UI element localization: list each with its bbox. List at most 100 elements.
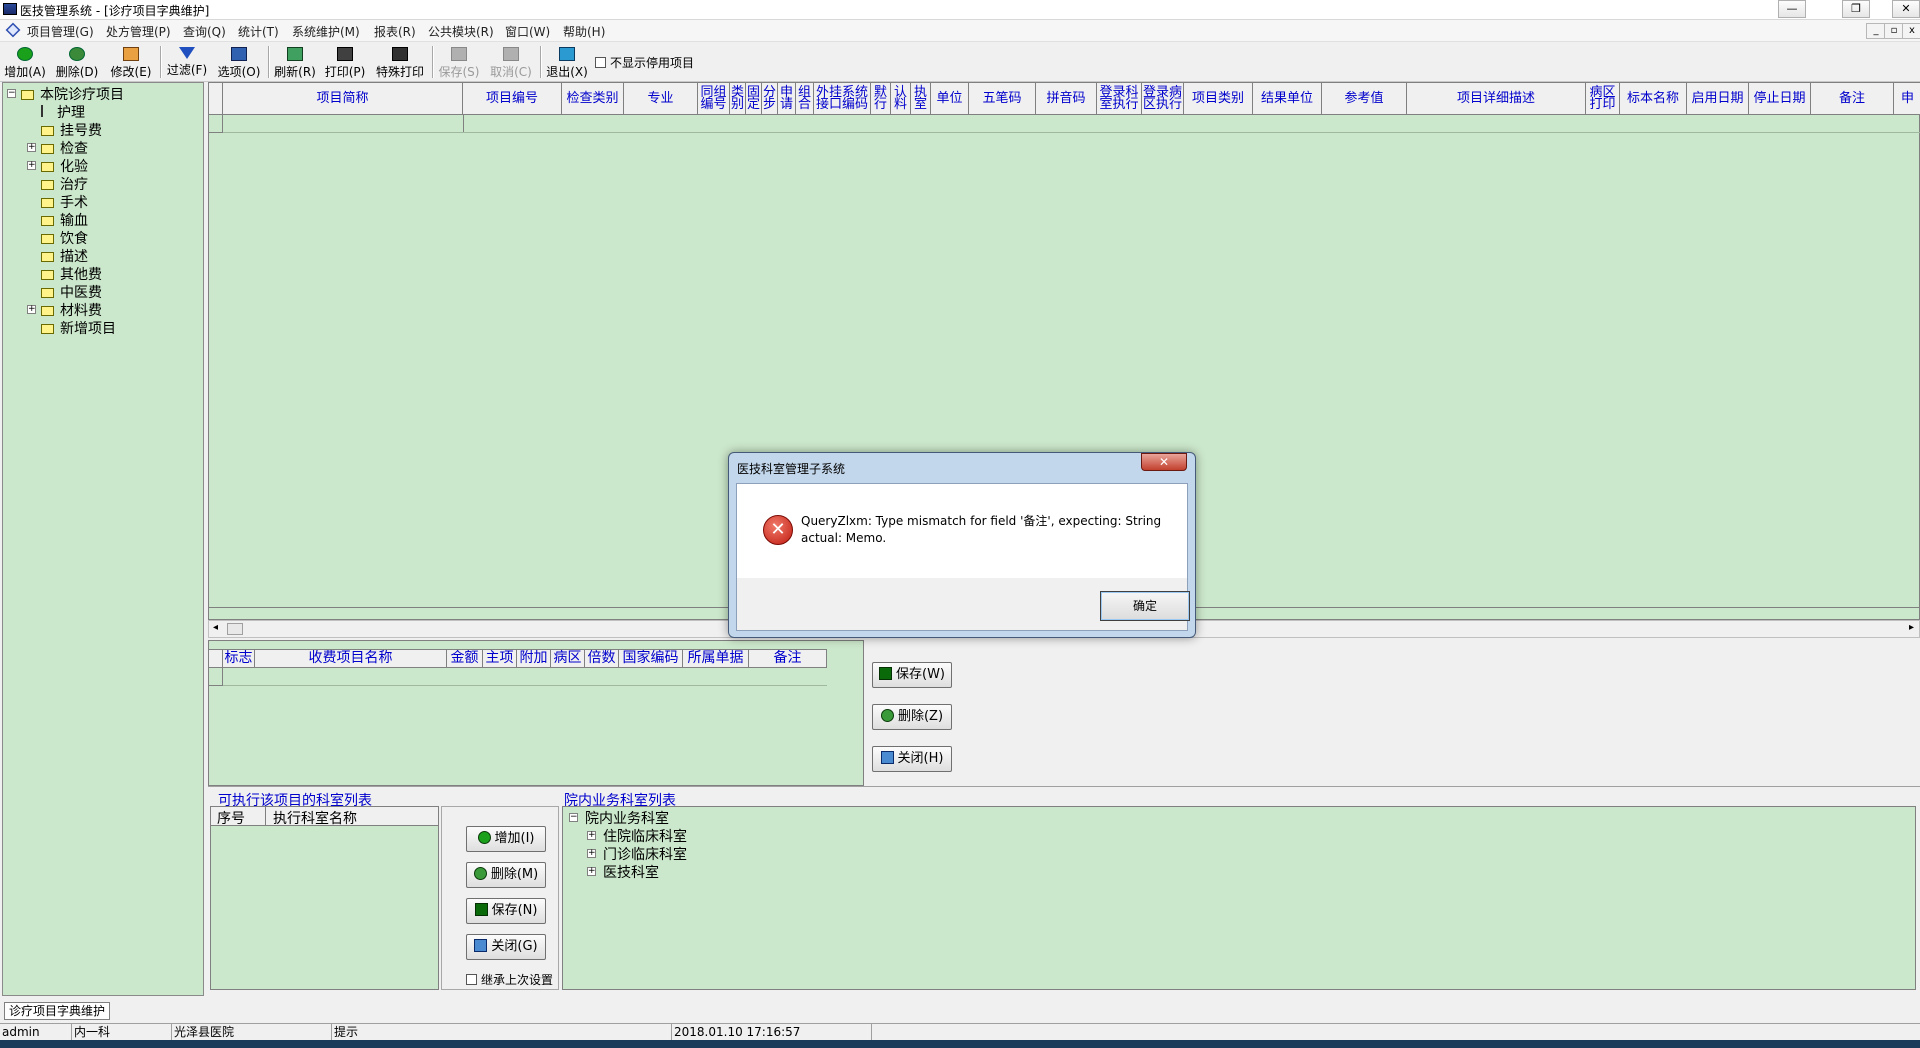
tree-item[interactable]: 化验: [41, 156, 88, 176]
exec-dept-list[interactable]: 序号 执行科室名称: [210, 806, 439, 990]
menu-item-prescription[interactable]: 处方管理(P): [106, 23, 171, 40]
column-header[interactable]: 附加: [517, 649, 551, 668]
column-header[interactable]: 默行: [871, 83, 891, 115]
print-button[interactable]: 打印(P): [322, 44, 368, 80]
add-button[interactable]: 增加(A): [2, 44, 48, 80]
column-header[interactable]: 项目简称: [223, 83, 463, 115]
menu-item-help[interactable]: 帮助(H): [563, 23, 605, 40]
menu-item-reports[interactable]: 报表(R): [374, 23, 416, 40]
tree-item[interactable]: 检查: [41, 138, 88, 158]
tree-item[interactable]: 治疗: [41, 174, 88, 194]
column-header[interactable]: 固定: [746, 83, 762, 115]
special-print-button[interactable]: 特殊打印: [372, 44, 428, 80]
mdi-restore-icon[interactable]: ▫: [1884, 23, 1904, 39]
diamond-icon[interactable]: [5, 22, 21, 38]
expand-icon[interactable]: +: [27, 305, 36, 314]
expand-icon[interactable]: +: [587, 849, 596, 858]
menu-item-window[interactable]: 窗口(W): [505, 23, 550, 40]
scroll-right-icon[interactable]: ▸: [1909, 622, 1914, 633]
cancel-toolbar-button[interactable]: 取消(C): [486, 44, 536, 80]
column-header[interactable]: 申: [1894, 83, 1920, 115]
column-header[interactable]: 启用日期: [1687, 83, 1749, 115]
column-header[interactable]: 备注: [1811, 83, 1894, 115]
column-header[interactable]: 组合: [796, 83, 814, 115]
filter-button[interactable]: 过滤(F): [164, 44, 210, 80]
column-header[interactable]: 所属单据: [683, 649, 749, 668]
ok-button[interactable]: 确定: [1100, 591, 1190, 621]
options-button[interactable]: 选项(O): [214, 44, 264, 80]
menu-item-project[interactable]: 项目管理(G): [27, 23, 94, 40]
column-header[interactable]: 五笔码: [969, 83, 1036, 115]
expand-icon[interactable]: +: [27, 161, 36, 170]
column-header[interactable]: 标本名称: [1620, 83, 1687, 115]
column-header[interactable]: 金额: [447, 649, 483, 668]
col-no-header[interactable]: 序号: [217, 808, 245, 828]
mdi-minimize-icon[interactable]: _: [1866, 23, 1886, 39]
col-name-header[interactable]: 执行科室名称: [273, 808, 357, 828]
column-header[interactable]: 申请: [778, 83, 796, 115]
inherit-checkbox[interactable]: 继承上次设置: [466, 971, 553, 988]
refresh-button[interactable]: 刷新(R): [272, 44, 318, 80]
menu-item-system[interactable]: 系统维护(M): [292, 23, 360, 40]
column-header[interactable]: 结果单位: [1253, 83, 1322, 115]
column-header[interactable]: 类别: [730, 83, 746, 115]
collapse-icon[interactable]: −: [7, 89, 16, 98]
mdi-close-icon[interactable]: x: [1902, 23, 1920, 39]
save-charge-button[interactable]: 保存(W): [872, 662, 952, 688]
tree-item[interactable]: 饮食: [41, 228, 88, 248]
menu-item-public[interactable]: 公共模块(R): [428, 23, 494, 40]
tree-item[interactable]: 手术: [41, 192, 88, 212]
minimize-icon[interactable]: —: [1778, 0, 1806, 18]
column-header[interactable]: 倍数: [585, 649, 619, 668]
tree-item[interactable]: 住院临床科室: [603, 826, 687, 846]
delete-dept-button[interactable]: 删除(M): [466, 862, 546, 888]
tree-item[interactable]: 其他费: [41, 264, 102, 284]
column-header[interactable]: 收费项目名称: [255, 649, 447, 668]
column-header[interactable]: 备注: [749, 649, 827, 668]
save-toolbar-button[interactable]: 保存(S): [436, 44, 482, 80]
tree-item[interactable]: 新增项目: [41, 318, 116, 338]
column-header[interactable]: 分步: [762, 83, 778, 115]
close-charge-button[interactable]: 关闭(H): [872, 746, 952, 772]
close-dept-button[interactable]: 关闭(G): [466, 934, 546, 960]
column-header[interactable]: 参考值: [1322, 83, 1407, 115]
column-header[interactable]: 同组编号: [698, 83, 730, 115]
tree-root[interactable]: 本院诊疗项目: [21, 84, 124, 104]
column-header[interactable]: 执室: [911, 83, 931, 115]
collapse-icon[interactable]: −: [569, 813, 578, 822]
scroll-left-icon[interactable]: ◂: [213, 622, 218, 633]
tree-item-nursing[interactable]: 护理: [41, 102, 85, 122]
menu-item-stats[interactable]: 统计(T): [238, 23, 279, 40]
close-icon[interactable]: ✕: [1892, 0, 1920, 18]
maximize-icon[interactable]: ❐: [1842, 0, 1870, 18]
scroll-thumb[interactable]: [227, 623, 243, 635]
column-header[interactable]: 外挂系统接口编码: [814, 83, 871, 115]
column-header[interactable]: 拼音码: [1036, 83, 1097, 115]
column-header[interactable]: 认料: [891, 83, 911, 115]
column-header[interactable]: 单位: [931, 83, 969, 115]
tree-item[interactable]: 门诊临床科室: [603, 844, 687, 864]
tree-item[interactable]: 材料费: [41, 300, 102, 320]
menu-item-query[interactable]: 查询(Q): [183, 23, 226, 40]
column-header[interactable]: 停止日期: [1749, 83, 1811, 115]
edit-button[interactable]: 修改(E): [108, 44, 154, 80]
tab-item-dictionary[interactable]: 诊疗项目字典维护: [4, 1002, 111, 1020]
column-header[interactable]: 登录病区执行: [1142, 83, 1184, 115]
dialog-close-icon[interactable]: ✕: [1141, 453, 1187, 471]
expand-icon[interactable]: +: [587, 867, 596, 876]
hospital-dept-tree[interactable]: − 院内业务科室 + 住院临床科室 + 门诊临床科室 + 医技科室: [562, 806, 1916, 990]
tree-item[interactable]: 描述: [41, 246, 88, 266]
save-dept-button[interactable]: 保存(N): [466, 898, 546, 924]
column-header[interactable]: 国家编码: [619, 649, 683, 668]
delete-charge-button[interactable]: 删除(Z): [872, 704, 952, 730]
column-header[interactable]: 检查类别: [562, 83, 624, 115]
tree-item[interactable]: 挂号费: [41, 120, 102, 140]
project-tree[interactable]: − 本院诊疗项目 护理 挂号费 + 检查 + 化验 治疗 手术 输血 饮食 描述…: [2, 82, 204, 996]
column-header[interactable]: 主项: [483, 649, 517, 668]
exit-button[interactable]: 退出(X): [544, 44, 590, 80]
tree-item[interactable]: 输血: [41, 210, 88, 230]
column-header[interactable]: 标志: [223, 649, 255, 668]
hide-disabled-checkbox[interactable]: 不显示停用项目: [595, 54, 694, 71]
charge-items-grid[interactable]: 标志 收费项目名称 金额 主项 附加 病区 倍数 国家编码 所属单据 备注: [208, 640, 864, 786]
column-header[interactable]: 病区: [551, 649, 585, 668]
